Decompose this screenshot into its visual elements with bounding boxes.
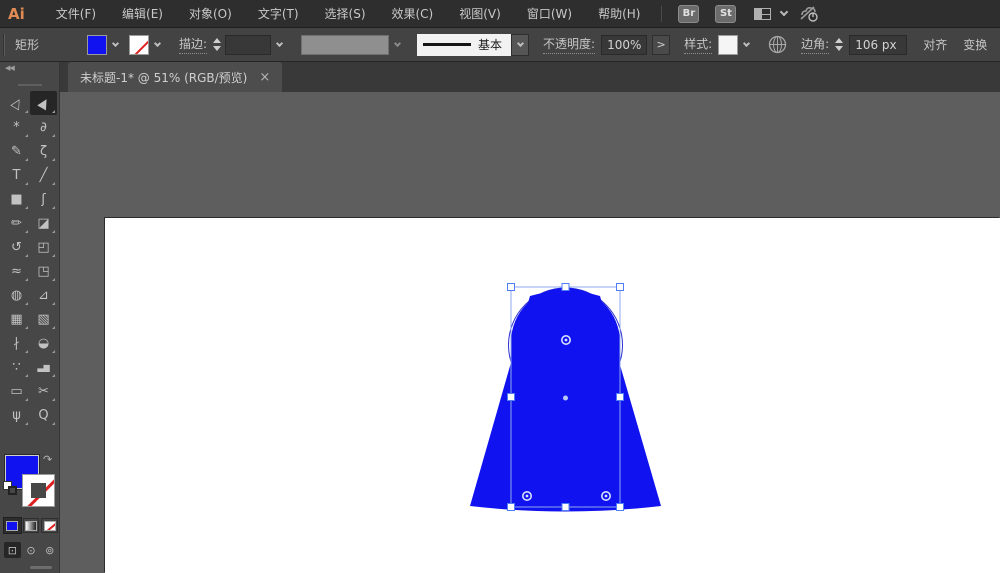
type-tool[interactable]: T [3,163,30,187]
shape-builder-tool[interactable]: ◍ [3,283,30,307]
default-fill-stroke-icon[interactable] [3,481,17,495]
hand-tool[interactable]: ψ [3,403,30,427]
draw-normal-mode-button[interactable]: ⊡ [4,542,21,558]
corner-stepper[interactable] [835,38,844,51]
fill-color-swatch[interactable] [87,34,107,55]
width-tool[interactable]: ≈ [3,259,30,283]
swap-fill-stroke-icon[interactable]: ↷ [43,453,52,466]
workspace-switcher-icon[interactable] [754,7,772,20]
rotate-tool[interactable]: ↺ [3,235,30,259]
stroke-dropdown-chevron-icon[interactable] [149,35,165,55]
style-chevron-icon[interactable] [738,35,754,55]
menu-edit[interactable]: 编辑(E) [109,0,176,28]
opacity-field[interactable]: 100% [601,34,648,55]
stock-button[interactable]: St [715,4,737,23]
artboard-tool[interactable]: ▭ [3,379,30,403]
artwork-layer [470,283,661,512]
pen-tool[interactable]: ✎ [3,139,30,163]
stroke-color-swatch[interactable] [129,34,149,55]
stroke-weight-field[interactable] [225,34,272,55]
width-profile-chevron-icon[interactable] [389,35,405,55]
tools-panel: ◀◀ ▷ ▶ * ∂ ✎ ζ T ╱ ■ ʃ ✏ ◪ ↺ ◰ ≈ ◳ ◍ ⊿ ▦… [0,62,60,573]
menu-view[interactable]: 视图(V) [446,0,514,28]
direct-selection-tool[interactable]: ▶ [30,91,57,115]
selection-tool[interactable]: ▷ [3,91,30,115]
brush-definition-face[interactable]: 基本 [417,33,512,56]
corner-radius-field[interactable]: 106 px [849,34,908,55]
align-button[interactable]: 对齐 [923,36,947,53]
brush-name: 基本 [478,38,503,52]
menu-help[interactable]: 帮助(H) [585,0,653,28]
panel-grip[interactable] [3,33,5,56]
slice-tool[interactable]: ✂ [30,379,57,403]
collapse-panel-icon[interactable]: ◀◀ [5,64,15,72]
document-tab[interactable]: 未标题-1* @ 51% (RGB/预览) × [68,62,283,92]
recolor-artwork-icon[interactable] [768,35,787,54]
document-tab-bar: 未标题-1* @ 51% (RGB/预览) × [60,62,1000,92]
divider [661,5,663,22]
brush-chevron-icon[interactable] [511,33,530,56]
zoom-tool[interactable]: Q [30,403,57,427]
mesh-tool[interactable]: ▦ [3,307,30,331]
eyedropper-tool[interactable]: ∤ [3,331,30,355]
toolbar-scroll-thumb[interactable] [30,566,52,569]
scale-tool[interactable]: ◰ [30,235,57,259]
tab-close-icon[interactable]: × [259,70,270,85]
object-center-point [563,395,568,401]
gradient-tool[interactable]: ▧ [30,307,57,331]
paintbrush-tool[interactable]: ʃ [30,187,57,211]
rectangle-tool[interactable]: ■ [3,187,30,211]
menu-file[interactable]: 文件(F) [43,0,109,28]
column-graph-tool[interactable]: ▃▆ [30,355,57,379]
menu-effect[interactable]: 效果(C) [379,0,447,28]
menu-window[interactable]: 窗口(W) [514,0,585,28]
gradient-button[interactable] [22,518,40,533]
stroke-weight-label[interactable]: 描边: [179,35,208,54]
none-button[interactable] [41,518,59,533]
stroke-swatch[interactable] [22,474,55,507]
blend-tool[interactable]: ◒ [30,331,57,355]
opacity-label[interactable]: 不透明度: [543,35,596,54]
transform-button[interactable]: 变换 [963,36,987,53]
menu-select[interactable]: 选择(S) [312,0,379,28]
menu-object[interactable]: 对象(O) [176,0,245,28]
draw-inside-mode-button[interactable]: ⊚ [41,542,58,558]
basic-brush-stroke-preview [423,43,472,46]
curvature-tool[interactable]: ζ [30,139,57,163]
bridge-button[interactable]: Br [678,4,700,23]
opacity-expand-button[interactable]: > [652,34,671,55]
color-button[interactable] [3,517,22,534]
graphic-style-swatch[interactable] [718,34,739,55]
menu-bar: Ai 文件(F) 编辑(E) 对象(O) 文字(T) 选择(S) 效果(C) 视… [0,0,1000,28]
draw-behind-mode-button[interactable]: ⊙ [23,542,40,558]
brush-definition-dropdown[interactable]: 基本 [417,33,530,56]
symbol-sprayer-tool[interactable]: ∵ [3,355,30,379]
perspective-grid-tool[interactable]: ⊿ [30,283,57,307]
stroke-weight-chevron-icon[interactable] [271,35,287,55]
free-transform-tool[interactable]: ◳ [30,259,57,283]
menu-type[interactable]: 文字(T) [245,0,312,28]
selected-object-type: 矩形 [15,38,40,52]
style-label[interactable]: 样式: [684,35,713,54]
corner-label[interactable]: 边角: [801,35,830,54]
magic-wand-tool[interactable]: * [3,115,30,139]
illustrator-logo: Ai [8,4,25,23]
width-profile-dropdown[interactable] [301,34,390,55]
shaper-tool[interactable]: ✏ [3,211,30,235]
fill-dropdown-chevron-icon[interactable] [107,35,123,55]
eraser-tool[interactable]: ◪ [30,211,57,235]
stroke-weight-stepper[interactable] [213,38,222,51]
chevron-down-icon[interactable] [780,7,789,17]
panel-drag-grip[interactable] [18,84,42,86]
lasso-tool[interactable]: ∂ [30,115,57,139]
document-title: 未标题-1* @ 51% (RGB/预览) [80,70,248,85]
control-bar: 矩形 描边: 基本 不透明度: 100% > 样式: 边角: 106 px 对齐… [0,28,1000,62]
line-segment-tool[interactable]: ╱ [30,163,57,187]
canvas-area[interactable] [60,92,1000,573]
cc-sync-disabled-icon [800,5,819,22]
